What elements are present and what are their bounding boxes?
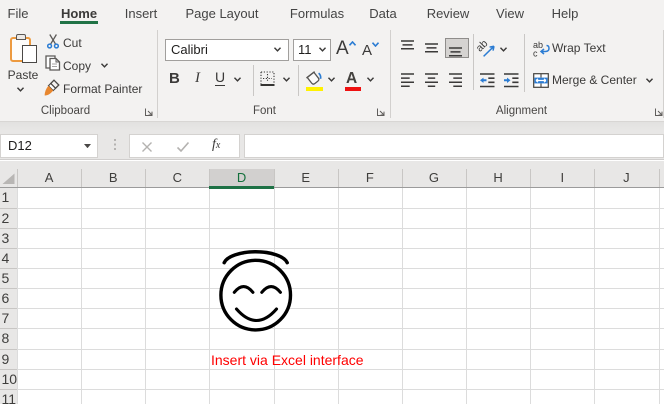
svg-text:c: c: [533, 49, 538, 58]
